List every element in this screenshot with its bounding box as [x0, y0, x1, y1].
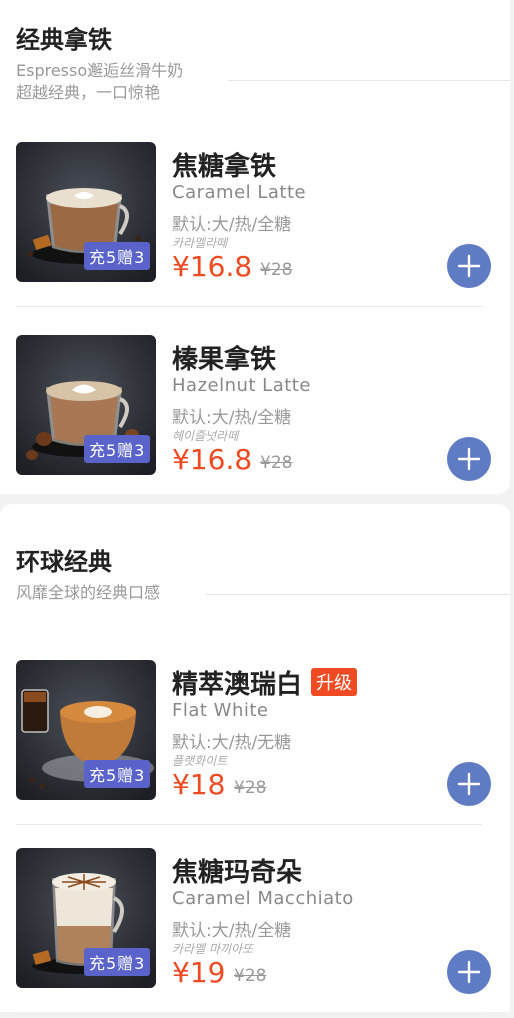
promo-badge: 充5赠3	[84, 242, 151, 270]
section-divider	[228, 80, 510, 81]
plus-circle-icon	[457, 254, 481, 278]
product-name: 榛果拿铁	[172, 345, 277, 375]
product-korean-name: 플랫화이트	[172, 754, 228, 768]
section-divider	[206, 594, 510, 595]
product-original-price: ¥28	[234, 778, 267, 798]
product-korean-name: 카라멜라떼	[172, 236, 228, 250]
product-caramel-latte[interactable]: 充5赠3 焦糖拿铁 Caramel Latte 默认:大/热/全糖 카라멜라떼 …	[16, 142, 496, 312]
section-subtitle-line-1: Espresso邂逅丝滑牛奶	[16, 61, 184, 80]
product-name-en: Flat White	[172, 700, 269, 721]
product-name-en: Caramel Macchiato	[172, 888, 354, 909]
product-price: ¥19	[172, 956, 226, 989]
product-default-options: 默认:大/热/全糖	[172, 921, 292, 941]
product-korean-name: 헤이즐넛라떼	[172, 429, 239, 443]
product-divider	[16, 824, 482, 825]
add-to-cart-button[interactable]	[447, 437, 491, 481]
product-original-price: ¥28	[234, 966, 267, 986]
section-subtitle-line-1: 风靡全球的经典口感	[16, 583, 161, 602]
product-price: ¥16.8	[172, 443, 253, 476]
product-name-en: Caramel Latte	[172, 182, 307, 203]
promo-badge: 充5赠3	[84, 948, 151, 976]
product-flat-white[interactable]: 充5赠3 精萃澳瑞白 升级 Flat White 默认:大/热/无糖 플랫화이트…	[16, 660, 496, 830]
add-to-cart-button[interactable]	[447, 762, 491, 806]
plus-circle-icon	[457, 960, 481, 984]
product-hazelnut-latte[interactable]: 充5赠3 榛果拿铁 Hazelnut Latte 默认:大/热/全糖 헤이즐넛라…	[16, 335, 496, 505]
product-name-en: Hazelnut Latte	[172, 375, 311, 396]
product-default-options: 默认:大/热/全糖	[172, 408, 292, 428]
upgrade-badge: 升级	[311, 668, 357, 696]
product-price: ¥16.8	[172, 250, 253, 283]
category-section-global-classics: 环球经典 风靡全球的经典口感 充5赠3 精萃澳瑞白 升级 Flat White …	[0, 504, 510, 1015]
product-divider	[16, 1014, 482, 1015]
product-caramel-macchiato[interactable]: 充5赠3 焦糖玛奇朵 Caramel Macchiato 默认:大/热/全糖 카…	[16, 848, 496, 1018]
product-default-options: 默认:大/热/全糖	[172, 215, 292, 235]
product-price: ¥18	[172, 768, 226, 801]
product-original-price: ¥28	[260, 260, 293, 280]
section-title: 环球经典	[16, 548, 112, 576]
product-name: 焦糖玛奇朵	[172, 858, 303, 888]
add-to-cart-button[interactable]	[447, 244, 491, 288]
promo-badge: 充5赠3	[84, 760, 151, 788]
product-name: 焦糖拿铁	[172, 152, 277, 182]
section-title: 经典拿铁	[16, 26, 112, 54]
promo-badge: 充5赠3	[84, 435, 151, 463]
product-default-options: 默认:大/热/无糖	[172, 733, 292, 753]
product-original-price: ¥28	[260, 453, 293, 473]
plus-circle-icon	[457, 447, 481, 471]
category-section-classic-latte: 经典拿铁 Espresso邂逅丝滑牛奶 超越经典，一口惊艳 充5赠3 焦糖拿铁 …	[0, 0, 510, 494]
product-korean-name: 카라멜 마끼아또	[172, 942, 254, 956]
section-subtitle-line-2: 超越经典，一口惊艳	[16, 83, 161, 102]
plus-circle-icon	[457, 772, 481, 796]
add-to-cart-button[interactable]	[447, 950, 491, 994]
product-name: 精萃澳瑞白	[172, 670, 303, 700]
product-divider	[16, 306, 482, 307]
